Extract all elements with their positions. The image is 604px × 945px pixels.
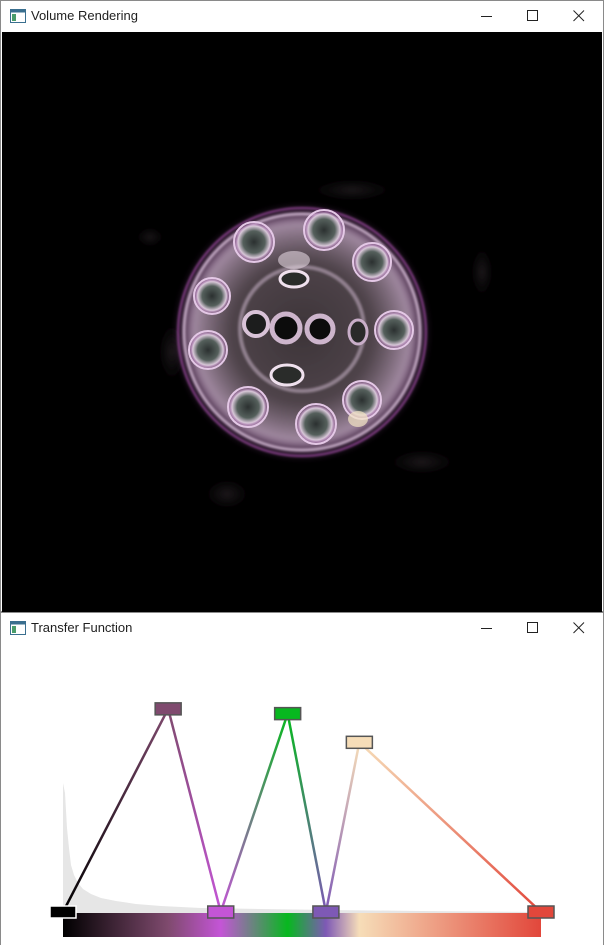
cp-beige-handle[interactable] — [345, 735, 374, 750]
maximize-button[interactable] — [510, 1, 556, 31]
opacity-segment — [61, 708, 170, 913]
transfer-function-editor[interactable] — [1, 643, 603, 945]
cp-purple-handle[interactable] — [312, 905, 340, 919]
opacity-curve — [61, 708, 542, 913]
volume-render-canvas[interactable] — [2, 32, 602, 612]
volume-rendering-image — [132, 176, 496, 514]
maximize-icon — [527, 622, 538, 633]
opacity-segment — [219, 713, 289, 913]
maximize-icon — [527, 10, 538, 21]
app-window-icon — [10, 9, 26, 23]
opacity-segment — [358, 741, 542, 913]
cp-violet-handle[interactable] — [206, 905, 235, 919]
cp-red-handle[interactable] — [527, 905, 555, 919]
transfer-titlebar[interactable]: Transfer Function — [1, 613, 603, 643]
close-icon — [573, 622, 585, 634]
minimize-icon — [481, 628, 492, 629]
cp-black-handle[interactable] — [49, 905, 77, 919]
close-button[interactable] — [556, 1, 602, 31]
transfer-function-canvas[interactable] — [1, 643, 603, 945]
histogram — [63, 783, 541, 913]
window-title: Volume Rendering — [31, 8, 138, 23]
volume-rendering-window: Volume Rendering — [0, 0, 604, 612]
minimize-icon — [481, 16, 492, 17]
app-window-icon — [10, 621, 26, 635]
minimize-button[interactable] — [464, 1, 510, 31]
opacity-segment — [166, 708, 222, 913]
volume-titlebar[interactable]: Volume Rendering — [1, 1, 603, 31]
transfer-function-window: Transfer Function — [0, 612, 604, 945]
cp-mauve-handle[interactable] — [154, 702, 182, 716]
opacity-segment — [286, 713, 328, 913]
cp-green-handle[interactable] — [273, 706, 302, 721]
color-gradient-bar — [63, 913, 541, 937]
close-button[interactable] — [556, 613, 602, 643]
minimize-button[interactable] — [464, 613, 510, 643]
opacity-segment — [324, 742, 361, 913]
maximize-button[interactable] — [510, 613, 556, 643]
close-icon — [573, 10, 585, 22]
window-title: Transfer Function — [31, 620, 133, 635]
